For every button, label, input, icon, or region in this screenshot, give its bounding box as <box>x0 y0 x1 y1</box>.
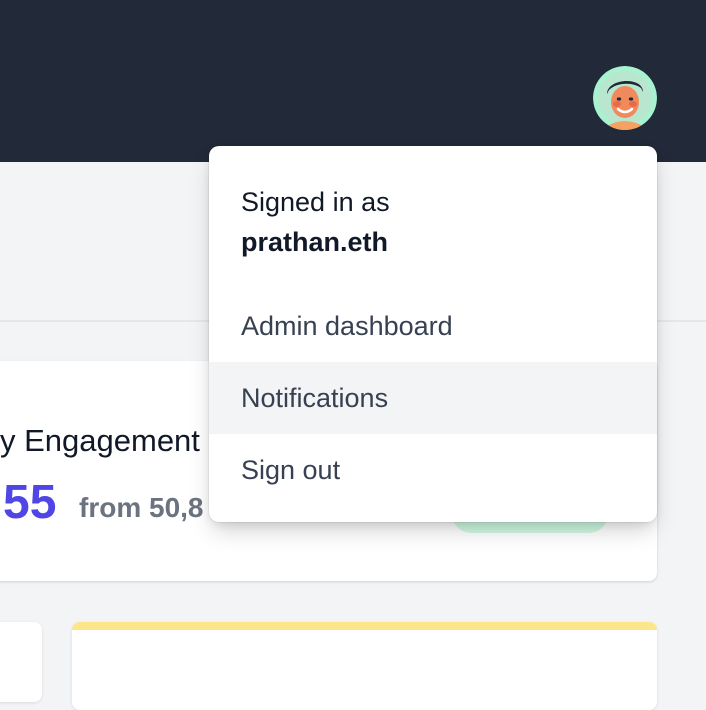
stat-card-small <box>0 622 42 702</box>
signed-in-label: Signed in as <box>241 187 390 217</box>
signed-in-username: prathan.eth <box>241 227 389 257</box>
user-avatar-icon <box>593 66 657 130</box>
menu-item-sign-out[interactable]: Sign out <box>209 434 657 506</box>
stat-card-warning <box>72 622 657 710</box>
menu-item-notifications[interactable]: Notifications <box>209 362 657 434</box>
signed-in-info: Signed in as prathan.eth <box>241 182 390 262</box>
stat-from-text: from 50,8 <box>79 492 204 523</box>
stat-title: y Engagement <box>0 423 200 458</box>
menu-item-admin-dashboard[interactable]: Admin dashboard <box>209 290 657 362</box>
user-dropdown-menu: Signed in as prathan.eth Admin dashboard… <box>209 146 657 522</box>
top-navbar <box>0 0 706 162</box>
user-avatar-button[interactable] <box>593 66 657 130</box>
stat-value: 55 <box>3 476 57 529</box>
